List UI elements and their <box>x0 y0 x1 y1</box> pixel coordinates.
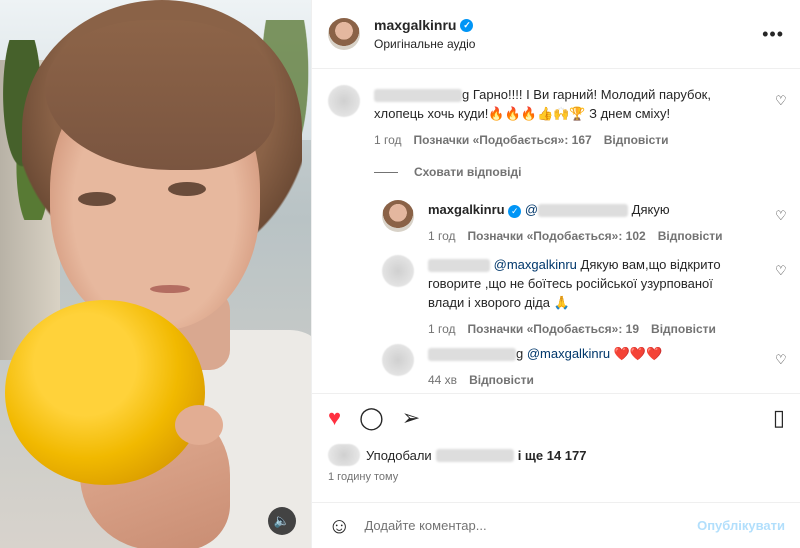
liker-avatars[interactable] <box>328 444 360 466</box>
reply-body: @maxgalkinru Дякую вам,що відкрито говор… <box>428 255 721 339</box>
media-person-thumb <box>175 405 223 445</box>
reply-text-line: говорите ,що не боїтесь російської узурп… <box>428 276 713 291</box>
author-username-row: maxgalkinru ✓ <box>374 17 475 33</box>
post-header: maxgalkinru ✓ Оригінальне аудіо ••• <box>312 0 800 69</box>
save-bookmark-icon[interactable]: ▯ <box>773 407 785 429</box>
reply-button[interactable]: Відповісти <box>651 320 716 339</box>
reply-username[interactable]: maxgalkinru <box>428 202 505 217</box>
comment-meta: 1 год Позначки «Подобається»: 167 Відпов… <box>374 131 711 150</box>
reply-author-avatar[interactable] <box>382 344 414 376</box>
comment-likes-count[interactable]: Позначки «Подобається»: 167 <box>414 131 592 150</box>
author-info: maxgalkinru ✓ Оригінальне аудіо <box>374 17 475 51</box>
more-options-icon[interactable]: ••• <box>762 24 784 45</box>
reply-button[interactable]: Відповісти <box>469 371 534 390</box>
reply-mention-prefix[interactable]: @ <box>525 202 538 217</box>
reply-like-heart-icon[interactable]: ♡ <box>775 263 787 279</box>
comment-text-line: хлопець хочь куди!🔥🔥🔥👍🙌🏆 З днем сміху! <box>374 106 671 121</box>
reply-item: g @maxgalkinru ❤️❤️❤️ 44 хв Відповісти <box>382 344 662 390</box>
emoji-icon[interactable]: ☺ <box>328 513 350 539</box>
reply-text-prefix: g <box>516 346 527 361</box>
likes-summary: Уподобали і ще 14 177 <box>328 444 587 466</box>
post-panel: maxgalkinru ✓ Оригінальне аудіо ••• g Га… <box>311 0 800 548</box>
media-person-mouth <box>150 285 190 293</box>
blurred-username[interactable] <box>374 89 462 103</box>
comment-text: g Гарно!!!! І Ви гарний! Молодий парубок… <box>462 87 711 102</box>
reply-item: @maxgalkinru Дякую вам,що відкрито говор… <box>382 255 721 339</box>
verified-badge-icon: ✓ <box>508 205 522 218</box>
media-fruit <box>5 300 205 485</box>
reply-meta: 1 год Позначки «Подобається»: 19 Відпові… <box>428 320 721 339</box>
verified-badge-icon: ✓ <box>460 18 474 32</box>
reply-text: Дякую <box>631 202 670 217</box>
comment-like-heart-icon[interactable]: ♡ <box>775 93 787 109</box>
media-person-eye-left <box>78 192 116 206</box>
blurred-mention[interactable] <box>538 204 629 218</box>
reply-like-heart-icon[interactable]: ♡ <box>775 208 787 224</box>
sound-toggle-button[interactable]: 🔈 <box>268 507 296 535</box>
hide-replies-label: Сховати відповіді <box>414 165 522 179</box>
reply-body: g @maxgalkinru ❤️❤️❤️ 44 хв Відповісти <box>428 344 662 390</box>
comment-time: 1 год <box>374 133 402 147</box>
reply-time: 44 хв <box>428 373 458 387</box>
reply-time: 1 год <box>428 322 456 336</box>
reply-author-avatar[interactable] <box>382 255 414 287</box>
reply-mention[interactable]: @maxgalkinru <box>527 346 610 361</box>
reply-text: Дякую вам,що відкрито <box>576 257 721 272</box>
reply-like-heart-icon[interactable]: ♡ <box>775 352 787 368</box>
post-timestamp[interactable]: 1 годину тому <box>328 471 398 483</box>
reply-likes-count[interactable]: Позначки «Подобається»: 19 <box>468 320 639 339</box>
reply-author-avatar[interactable] <box>382 200 414 232</box>
reply-meta: 1 год Позначки «Подобається»: 102 Відпов… <box>428 227 723 246</box>
likes-count[interactable]: і ще 14 177 <box>518 448 587 463</box>
like-heart-icon[interactable]: ♥ <box>328 407 341 429</box>
post-actions-bar: ♥ ◯ ➢ ▯ <box>312 393 800 442</box>
media-person-eye-right <box>168 182 206 196</box>
reply-text-line: g @maxgalkinru ❤️❤️❤️ <box>428 344 662 363</box>
reply-body: maxgalkinru ✓ @ Дякую 1 год Позначки «По… <box>428 200 723 246</box>
comment-item: g Гарно!!!! І Ви гарний! Молодий парубок… <box>328 85 711 150</box>
divider-line <box>374 171 398 173</box>
likes-prefix: Уподобали <box>366 447 432 463</box>
comment-body: g Гарно!!!! І Ви гарний! Молодий парубок… <box>374 85 711 150</box>
post-media[interactable]: 🔈 <box>0 0 311 548</box>
author-username[interactable]: maxgalkinru <box>374 17 456 33</box>
reply-text-line: maxgalkinru ✓ @ Дякую <box>428 200 723 219</box>
hide-replies-button[interactable]: Сховати відповіді <box>374 165 521 179</box>
reply-text-line: влади і хворого діда 🙏 <box>428 295 570 310</box>
add-comment-bar: ☺ Опублікувати <box>312 502 800 548</box>
reply-item: maxgalkinru ✓ @ Дякую 1 год Позначки «По… <box>382 200 723 246</box>
share-send-icon[interactable]: ➢ <box>402 407 420 429</box>
comment-bubble-icon[interactable]: ◯ <box>359 407 384 429</box>
reply-text-line: @maxgalkinru Дякую вам,що відкрито <box>428 255 721 274</box>
comments-list: g Гарно!!!! І Ви гарний! Молодий парубок… <box>312 70 800 392</box>
blurred-username[interactable] <box>428 348 516 362</box>
author-avatar[interactable] <box>328 18 360 50</box>
blurred-liker-name[interactable] <box>435 448 514 462</box>
blurred-username[interactable] <box>428 259 490 273</box>
audio-label[interactable]: Оригінальне аудіо <box>374 37 475 51</box>
reply-mention[interactable]: @maxgalkinru <box>494 257 577 272</box>
reply-time: 1 год <box>428 229 456 243</box>
speaker-icon: 🔈 <box>273 513 291 528</box>
reply-hearts: ❤️❤️❤️ <box>610 346 663 361</box>
reply-button[interactable]: Відповісти <box>658 227 723 246</box>
reply-button[interactable]: Відповісти <box>604 131 669 150</box>
commenter-avatar[interactable] <box>328 85 360 117</box>
reply-meta: 44 хв Відповісти <box>428 371 662 390</box>
post-comment-button[interactable]: Опублікувати <box>697 518 785 533</box>
reply-likes-count[interactable]: Позначки «Подобається»: 102 <box>468 227 646 246</box>
comment-text-line: g Гарно!!!! І Ви гарний! Молодий парубок… <box>374 85 711 104</box>
comment-input[interactable] <box>364 518 698 533</box>
